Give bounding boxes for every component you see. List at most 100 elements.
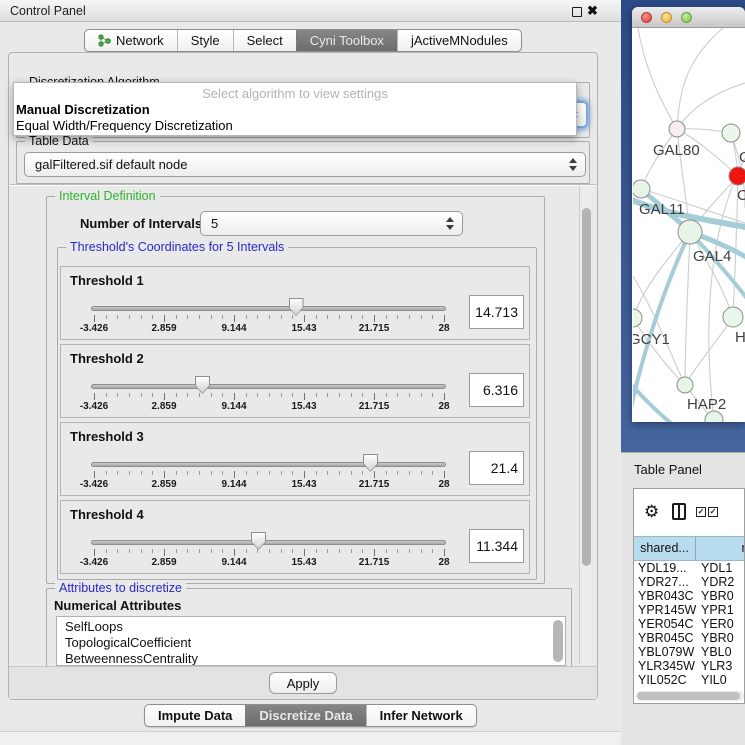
slider-tick xyxy=(316,549,317,553)
table-cell[interactable]: YBR0 xyxy=(696,589,734,603)
table-cell[interactable]: YLR3 xyxy=(696,659,732,673)
slider-scale-label: 28 xyxy=(438,323,449,334)
network-edge[interactable] xyxy=(638,28,677,129)
network-edge-highlighted[interactable] xyxy=(633,380,677,422)
tab-discretize-data[interactable]: Discretize Data xyxy=(245,705,365,726)
threshold-value-field[interactable]: 21.4 xyxy=(469,451,524,485)
tab-infer-network[interactable]: Infer Network xyxy=(366,705,476,726)
minimize-traffic-light-icon[interactable] xyxy=(661,12,672,23)
tab-jactivemnodules[interactable]: jActiveMNodules xyxy=(397,30,521,51)
popup-option-manual-discretization[interactable]: Manual Discretization xyxy=(16,102,150,117)
table-row[interactable]: YBL079WYBL0 xyxy=(634,645,745,659)
tab-cyni-toolbox[interactable]: Cyni Toolbox xyxy=(296,30,397,51)
number-of-intervals-combo[interactable]: 5 xyxy=(200,211,463,236)
table-cell[interactable]: YIL052C xyxy=(634,673,696,687)
table-hscrollbar-thumb[interactable] xyxy=(637,692,740,700)
popup-option-equal-width-frequency[interactable]: Equal Width/Frequency Discretization xyxy=(16,118,233,133)
split-columns-icon[interactable] xyxy=(672,503,686,520)
float-window-icon[interactable] xyxy=(572,7,582,17)
table-cell[interactable]: YBL079W xyxy=(634,645,696,659)
table-cell[interactable]: YIL0 xyxy=(696,673,727,687)
table-cell[interactable]: YPR1 xyxy=(696,603,734,617)
table-cell[interactable]: YDR2 xyxy=(696,575,734,589)
slider-scale-label: 21.715 xyxy=(359,557,390,568)
apply-button[interactable]: Apply xyxy=(269,672,337,694)
table-row[interactable]: YER054CYER0 xyxy=(634,617,745,631)
slider-track[interactable] xyxy=(91,306,446,311)
list-item[interactable]: BetweennessCentrality xyxy=(65,651,198,666)
gear-icon[interactable]: ⚙ xyxy=(644,502,659,522)
network-edge[interactable] xyxy=(685,232,690,385)
network-window-titlebar[interactable] xyxy=(632,7,745,28)
slider-track[interactable] xyxy=(91,384,446,389)
network-edge[interactable] xyxy=(677,28,723,129)
table-cell[interactable]: YBL0 xyxy=(696,645,732,659)
tab-network[interactable]: Network xyxy=(85,30,177,51)
column-header-name[interactable]: n xyxy=(696,536,745,561)
tab-style[interactable]: Style xyxy=(177,30,233,51)
network-canvas[interactable]: GAL80GACGAL11GAL4GCY1HHAP2 xyxy=(633,28,745,422)
slider-tick xyxy=(141,393,142,397)
tab-select[interactable]: Select xyxy=(233,30,296,51)
tab-impute-data[interactable]: Impute Data xyxy=(145,705,245,726)
table-cell[interactable]: YPR145W xyxy=(634,603,696,617)
threshold-value-field[interactable]: 11.344 xyxy=(469,529,524,563)
select-columns-checkbox-icon[interactable]: ✓ xyxy=(696,507,706,517)
panel-scrollbar-thumb[interactable] xyxy=(582,208,591,566)
network-edge[interactable] xyxy=(677,83,745,129)
slider-tick xyxy=(281,393,282,397)
table-cell[interactable]: YER0 xyxy=(696,617,734,631)
slider-tick xyxy=(432,315,433,319)
network-node[interactable] xyxy=(729,167,745,185)
tab-label: Impute Data xyxy=(158,708,232,723)
table-hscrollbar-track[interactable] xyxy=(636,691,744,701)
slider-tick xyxy=(432,393,433,397)
list-item[interactable]: TopologicalCoefficient xyxy=(65,635,191,650)
table-cell[interactable]: YBR0 xyxy=(696,631,734,645)
close-icon[interactable]: ✖ xyxy=(587,3,598,19)
select-columns-checkbox-icon[interactable]: ✓ xyxy=(708,507,718,517)
table-cell[interactable]: YLR345W xyxy=(634,659,696,673)
network-edge[interactable] xyxy=(641,129,677,189)
table-row[interactable]: YIL052CYIL0 xyxy=(634,673,745,687)
network-node[interactable] xyxy=(723,307,743,327)
network-node[interactable] xyxy=(678,220,702,244)
slider-tick xyxy=(397,471,398,475)
slider-tick xyxy=(444,549,445,556)
list-item[interactable]: SelfLoops xyxy=(65,619,123,634)
table-cell[interactable]: YDL19... xyxy=(634,561,696,575)
slider-tick xyxy=(409,471,410,475)
slider-tick xyxy=(129,393,130,397)
network-node[interactable] xyxy=(669,121,685,137)
slider-track[interactable] xyxy=(91,462,446,467)
slider-tick xyxy=(339,549,340,553)
network-node-label: HAP2 xyxy=(687,396,726,413)
table-row[interactable]: YDL19...YDL1 xyxy=(634,561,745,575)
list-scrollbar[interactable] xyxy=(553,620,563,662)
close-traffic-light-icon[interactable] xyxy=(641,12,652,23)
network-node[interactable] xyxy=(633,309,642,327)
threshold-value-field[interactable]: 6.316 xyxy=(469,373,524,407)
table-cell[interactable]: YDR27... xyxy=(634,575,696,589)
threshold-value-field[interactable]: 14.713 xyxy=(469,295,524,329)
slider-scale-label: 21.715 xyxy=(359,401,390,412)
table-data-combo[interactable]: galFiltered.sif default node xyxy=(24,152,586,177)
threshold-label: Threshold 2 xyxy=(70,351,144,366)
table-row[interactable]: YBR045CYBR0 xyxy=(634,631,745,645)
slider-tick xyxy=(409,315,410,319)
table-row[interactable]: YPR145WYPR1 xyxy=(634,603,745,617)
table-cell[interactable]: YBR045C xyxy=(634,631,696,645)
network-node[interactable] xyxy=(633,180,650,198)
table-row[interactable]: YLR345WYLR3 xyxy=(634,659,745,673)
table-cell[interactable]: YER054C xyxy=(634,617,696,631)
zoom-traffic-light-icon[interactable] xyxy=(681,12,692,23)
table-row[interactable]: YBR043CYBR0 xyxy=(634,589,745,603)
table-cell[interactable]: YBR043C xyxy=(634,589,696,603)
network-node[interactable] xyxy=(722,124,740,142)
column-header-shared[interactable]: shared... xyxy=(634,536,696,561)
slider-track[interactable] xyxy=(91,540,446,545)
network-node[interactable] xyxy=(677,377,693,393)
table-cell[interactable]: YDL1 xyxy=(696,561,732,575)
panel-scrollbar-track[interactable] xyxy=(579,186,592,664)
table-row[interactable]: YDR27...YDR2 xyxy=(634,575,745,589)
